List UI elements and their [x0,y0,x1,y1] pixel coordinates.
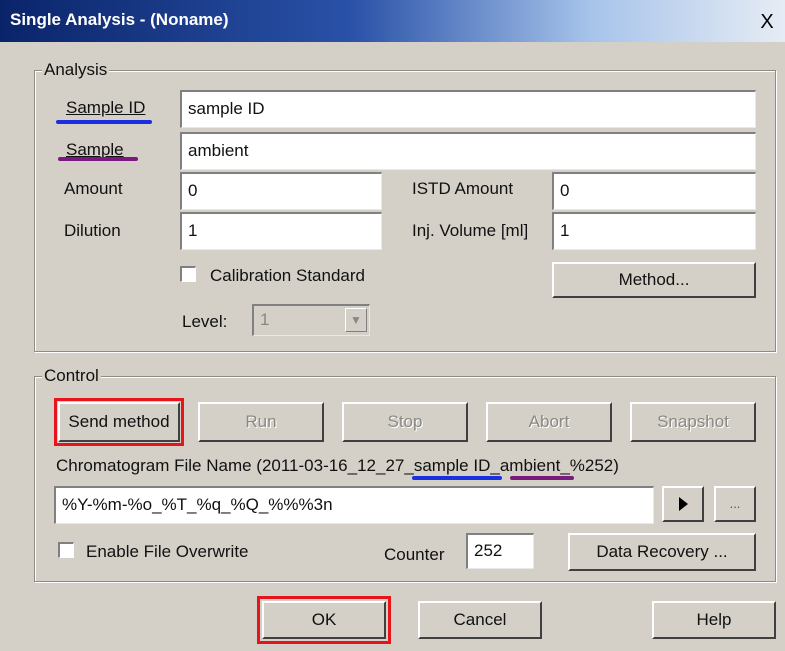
sample-underline [58,157,138,161]
inj-volume-label: Inj. Volume [ml] [412,221,529,240]
chevron-down-icon: ▼ [345,308,367,332]
window-title: Single Analysis - (Noname) [10,10,229,29]
filename-input[interactable]: %Y-%m-%o_%T_%q_%Q_%%%3n [54,486,654,524]
abort-button[interactable]: Abort [486,402,612,442]
control-legend: Control [42,366,101,386]
amount-label: Amount [64,179,123,198]
caption-sample-underline [510,476,574,480]
analysis-legend: Analysis [42,60,110,80]
sample-input[interactable]: ambient [180,132,756,170]
level-value: 1 [260,310,270,329]
counter-label: Counter [384,545,445,564]
istd-amount-label: ISTD Amount [412,179,514,198]
calibration-checkbox[interactable] [180,266,196,282]
overwrite-label: Enable File Overwrite [86,542,249,561]
istd-amount-input[interactable]: 0 [552,172,756,210]
filename-caption-prefix: Chromatogram File Name (2011-03-16_12_27… [56,456,414,475]
stop-button[interactable]: Stop [342,402,468,442]
overwrite-checkbox[interactable] [58,542,74,558]
filename-caption-sep: _ [490,456,500,475]
cancel-button[interactable]: Cancel [418,601,542,639]
filename-caption-sample-id: sample ID [413,456,491,475]
amount-input[interactable]: 0 [180,172,382,210]
level-label: Level: [182,312,228,331]
inj-volume-input[interactable]: 1 [552,212,756,250]
sample-id-label: Sample ID [66,98,146,117]
insert-variable-button[interactable] [662,486,704,522]
help-button[interactable]: Help [652,601,776,639]
counter-input[interactable]: 252 [466,533,534,569]
ok-button[interactable]: OK [262,601,386,639]
send-method-button[interactable]: Send method [58,402,180,442]
close-icon[interactable]: X [755,12,779,34]
filename-caption: Chromatogram File Name (2011-03-16_12_27… [56,456,619,476]
level-select[interactable]: 1 ▼ [252,304,370,336]
caption-sample-id-underline [412,476,502,480]
dilution-input[interactable]: 1 [180,212,382,250]
dilution-label: Dilution [64,221,121,240]
method-button[interactable]: Method... [552,262,756,298]
sample-id-input[interactable]: sample ID [180,90,756,128]
run-button[interactable]: Run [198,402,324,442]
snapshot-button[interactable]: Snapshot [630,402,756,442]
filename-caption-suffix: _%252) [560,456,619,475]
calibration-label: Calibration Standard [210,266,365,285]
play-icon [679,497,688,511]
data-recovery-button[interactable]: Data Recovery ... [568,533,756,571]
filename-caption-sample: ambient [499,456,561,475]
sample-id-underline [56,120,152,124]
browse-button[interactable]: ... [714,486,756,522]
